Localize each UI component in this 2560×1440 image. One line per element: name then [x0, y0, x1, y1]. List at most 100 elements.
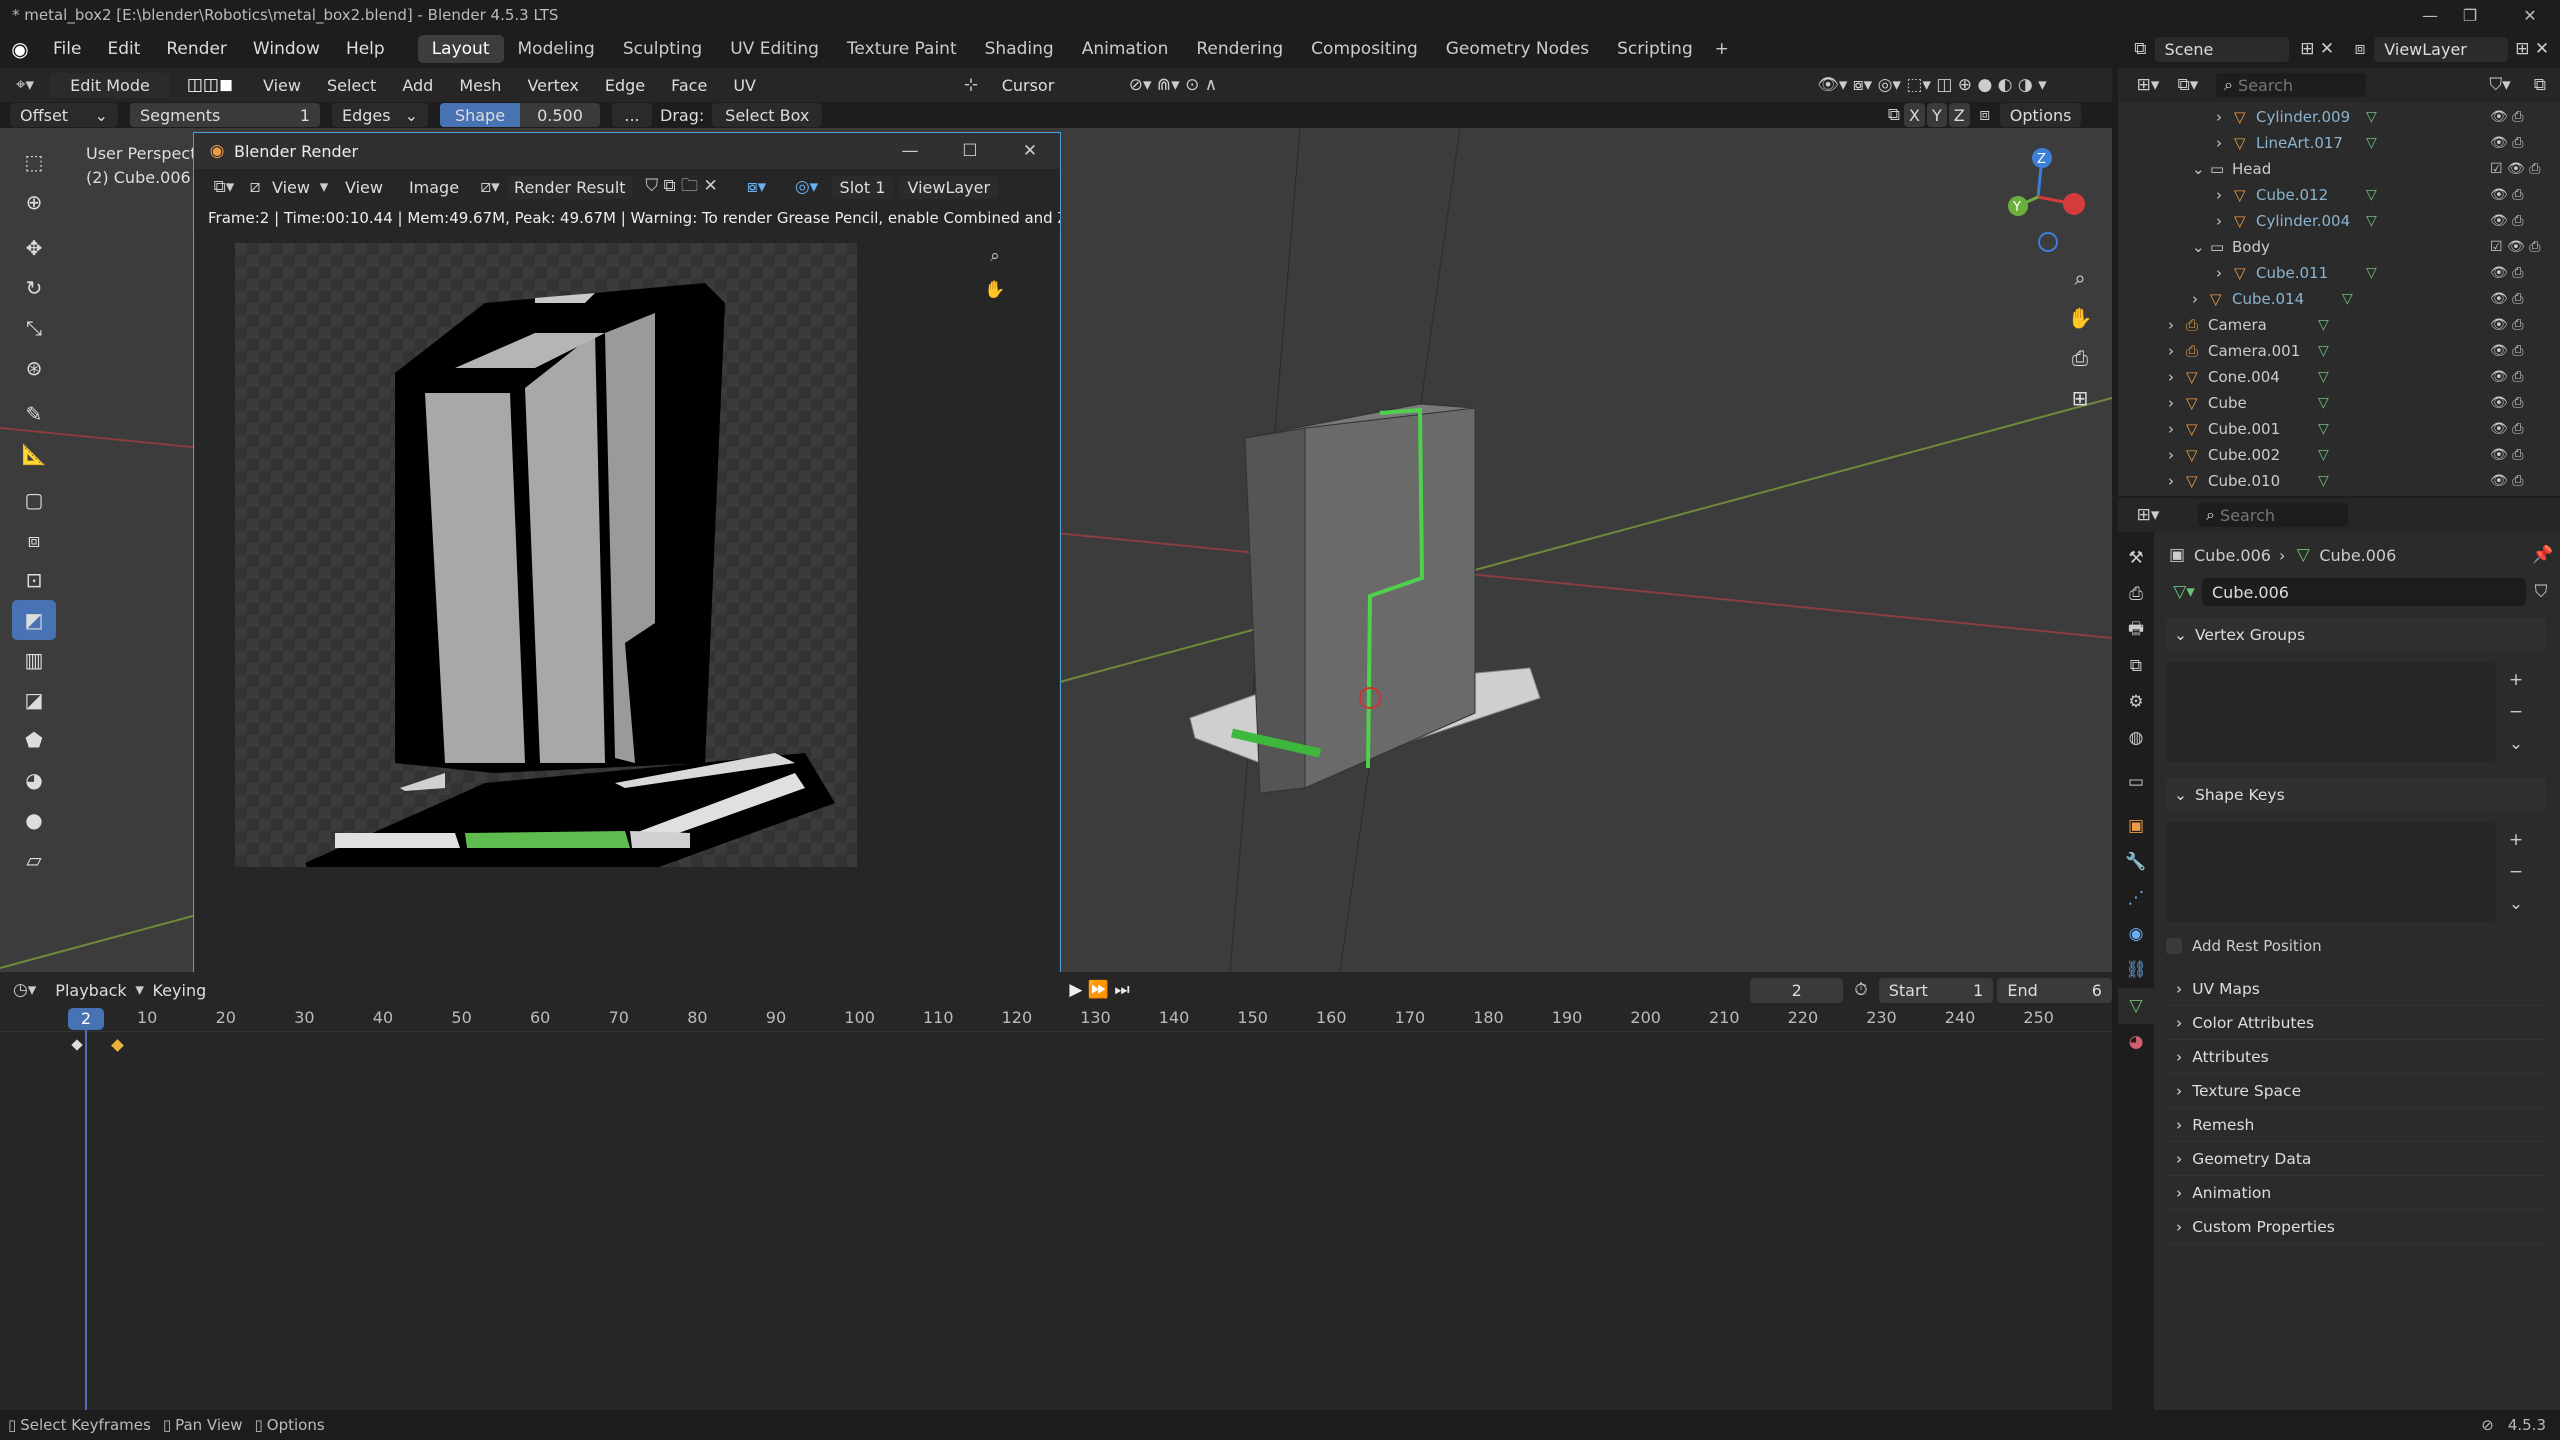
segments-field[interactable]: Segments 1 [130, 103, 320, 127]
outliner-row[interactable]: › ▽ Cube.012 ▽ 👁 ⎙ [2118, 182, 2560, 208]
start-frame-field[interactable]: Start 1 [1878, 977, 1994, 1003]
section-geometry-data[interactable]: › Geometry Data [2166, 1142, 2546, 1176]
shear-icon[interactable]: ▱ [12, 840, 56, 880]
select-mode-icon[interactable]: ◫◫◼ [170, 75, 250, 95]
add-workspace-icon[interactable]: + [1707, 39, 1737, 59]
visibility-icon[interactable]: 👁 ⎙ [2490, 473, 2560, 489]
add-cube-icon[interactable]: ▢ [12, 480, 56, 520]
material-tab-icon[interactable]: ◕ [2118, 1024, 2154, 1060]
mesh-browse-icon[interactable]: ▽▾ [2166, 582, 2202, 602]
remove-icon[interactable]: − [2509, 862, 2523, 882]
shading-icons[interactable]: 👁▾ ⧇▾ ◎▾ ⬚▾ ◫ ⊕ ● ◐ ◑ ▾ [1752, 75, 2112, 95]
render-result-field[interactable]: Render Result [508, 175, 632, 199]
navigation-gizmo[interactable]: Z Y [1990, 142, 2100, 252]
display-mode-icon[interactable]: ⧉▾ [2168, 75, 2208, 95]
particles-tab-icon[interactable]: ⋰ [2118, 880, 2154, 916]
outliner-row[interactable]: › ▽ Cube ▽ 👁 ⎙ [2118, 390, 2560, 416]
outliner-row[interactable]: › ▽ Cube.002 ▽ 👁 ⎙ [2118, 442, 2560, 468]
section-remesh[interactable]: › Remesh [2166, 1108, 2546, 1142]
tab-shading[interactable]: Shading [971, 35, 1068, 63]
chevron-down-icon[interactable]: ⌄ [2509, 734, 2523, 754]
loop-cut-icon[interactable]: ▥ [12, 640, 56, 680]
properties-editor-icon[interactable]: ⊞▾ [2128, 505, 2168, 525]
tab-rendering[interactable]: Rendering [1182, 35, 1297, 63]
outliner-editor-icon[interactable]: ⊞▾ [2128, 75, 2168, 95]
outliner-row[interactable]: › ▽ Cylinder.009 ▽ 👁 ⎙ [2118, 104, 2560, 130]
smooth-icon[interactable]: ● [12, 800, 56, 840]
editor-type-icon[interactable]: ⌖▾ [0, 75, 50, 95]
tab-compositing[interactable]: Compositing [1297, 35, 1432, 63]
chevron-right-icon[interactable]: › [2168, 394, 2186, 412]
pan-hand-icon[interactable]: ✋ [980, 275, 1010, 305]
tab-uv-editing[interactable]: UV Editing [716, 35, 833, 63]
new-collection-icon[interactable]: ⧉ [2520, 75, 2560, 95]
slot-dropdown[interactable]: Slot 1 [831, 175, 894, 199]
outliner-row[interactable]: › ▽ Cube.001 ▽ 👁 ⎙ [2118, 416, 2560, 442]
add-icon[interactable]: + [2509, 830, 2523, 850]
axis-y-toggle[interactable]: Y [1926, 103, 1947, 127]
add-rest-checkbox[interactable] [2166, 938, 2182, 954]
render-canvas[interactable]: ⌕ ✋ [195, 231, 1059, 1011]
shape-keys-header[interactable]: ⌄ Shape Keys [2166, 778, 2546, 812]
image-editor-icon[interactable]: ⧉▾ [204, 177, 244, 197]
render-menu-view[interactable]: View [332, 178, 396, 197]
outliner-row[interactable]: › ▽ Cube.014 ▽ 👁 ⎙ [2118, 286, 2560, 312]
axis-z-toggle[interactable]: Z [1948, 103, 1970, 127]
spin-icon[interactable]: ◕ [12, 760, 56, 800]
keyframe-marker[interactable] [71, 1039, 83, 1051]
mode-selector[interactable]: Edit Mode [50, 72, 170, 98]
chevron-down-icon[interactable]: ⌄ [2192, 238, 2210, 256]
pin-icon[interactable]: 📌 [2530, 545, 2556, 565]
chevron-right-icon[interactable]: › [2216, 212, 2234, 230]
section-color-attributes[interactable]: › Color Attributes [2166, 1006, 2546, 1040]
shape-slider[interactable]: Shape 0.500 [440, 103, 600, 127]
maximize-icon[interactable]: ☐ [940, 141, 1000, 161]
world-tab-icon[interactable]: ◍ [2118, 720, 2154, 756]
snap-proportional-icons[interactable]: ⊘▾ ⋒▾ ⊙ ∧ [1073, 75, 1273, 95]
edges-dropdown[interactable]: Edges ⌄ [332, 103, 428, 127]
zoom-icon[interactable]: ⌕ [980, 241, 1010, 271]
chevron-right-icon[interactable]: › [2168, 342, 2186, 360]
chevron-right-icon[interactable]: › [2168, 446, 2186, 464]
tab-modeling[interactable]: Modeling [504, 35, 609, 63]
menu-file[interactable]: File [40, 39, 94, 59]
playback-menu[interactable]: Playback [49, 981, 132, 1000]
options-dropdown[interactable]: Options [1999, 103, 2082, 127]
drag-dropdown[interactable]: Select Box [712, 103, 823, 127]
knife-icon[interactable]: ◪ [12, 680, 56, 720]
render-menu-view-mode[interactable]: View [266, 178, 316, 197]
vp-menu-edge[interactable]: Edge [592, 76, 658, 95]
end-frame-field[interactable]: End 6 [1997, 977, 2112, 1003]
bevel-icon[interactable]: ◩ [12, 600, 56, 640]
filter-icon[interactable]: ⛉▾ [2480, 75, 2520, 95]
visibility-icon[interactable]: 👁 ⎙ [2490, 395, 2560, 411]
collection-tab-icon[interactable]: ▭ [2118, 764, 2154, 800]
current-frame-indicator[interactable]: 2 [68, 1008, 104, 1030]
new-scene-icon[interactable]: ⊞ ✕ [2289, 39, 2346, 59]
tab-sculpting[interactable]: Sculpting [609, 35, 716, 63]
tab-texture-paint[interactable]: Texture Paint [833, 35, 971, 63]
mesh-data-tab-icon[interactable]: ▽ [2118, 988, 2154, 1024]
chevron-right-icon[interactable]: › [2216, 186, 2234, 204]
scene-tab-icon[interactable]: ⚙ [2118, 684, 2154, 720]
vertex-groups-list[interactable] [2166, 662, 2496, 762]
object-tab-icon[interactable]: ▣ [2118, 808, 2154, 844]
properties-search-input[interactable]: ⌕ Search [2198, 503, 2348, 527]
menu-edit[interactable]: Edit [94, 39, 153, 59]
physics-tab-icon[interactable]: ◉ [2118, 916, 2154, 952]
gizmo-toggle-icon[interactable]: ⧇▾ [732, 177, 782, 197]
keying-menu[interactable]: Keying [146, 981, 212, 1000]
keyframe-marker[interactable] [111, 1039, 124, 1052]
tool-tab-icon[interactable]: ⚒ [2118, 540, 2154, 576]
remove-icon[interactable]: − [2509, 702, 2523, 722]
outliner-row[interactable]: › ⎙ Camera ▽ 👁 ⎙ [2118, 312, 2560, 338]
outliner-row[interactable]: › ▽ Cone.004 ▽ 👁 ⎙ [2118, 364, 2560, 390]
add-icon[interactable]: + [2509, 670, 2523, 690]
view-layer-tab-icon[interactable]: ⧉ [2118, 648, 2154, 684]
outliner-row[interactable]: › ▽ LineArt.017 ▽ 👁 ⎙ [2118, 130, 2560, 156]
shape-keys-list[interactable] [2166, 822, 2496, 922]
menu-help[interactable]: Help [333, 39, 398, 59]
chevron-right-icon[interactable]: › [2216, 108, 2234, 126]
chevron-down-icon[interactable]: ⌄ [2509, 894, 2523, 914]
chevron-right-icon[interactable]: › [2192, 290, 2210, 308]
